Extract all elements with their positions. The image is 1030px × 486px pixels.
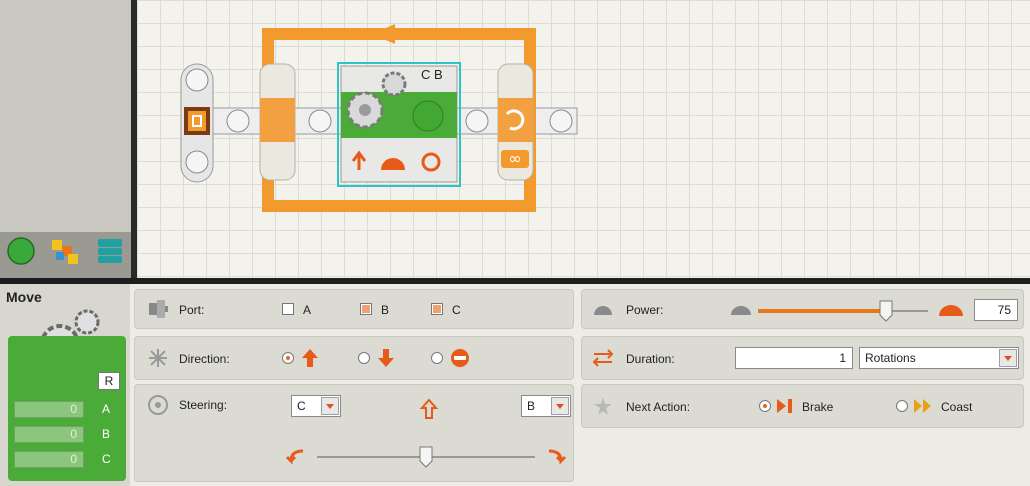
port-a-checkbox[interactable]	[282, 303, 294, 315]
port-b-checkbox[interactable]	[360, 303, 372, 315]
common-palette-icon	[7, 237, 35, 265]
duration-unit-dropdown[interactable]: Rotations	[859, 347, 1019, 369]
next-action-icon	[594, 397, 612, 415]
direction-backward-radio[interactable]	[358, 352, 370, 364]
port-value: 0	[14, 401, 84, 418]
duration-label: Duration:	[626, 352, 675, 366]
high-power-icon	[939, 305, 963, 316]
chevron-down-icon[interactable]	[551, 397, 569, 415]
brake-icon	[777, 399, 792, 413]
port-readout-a: 0 A	[14, 401, 118, 419]
port-setting: Port: A B C	[134, 289, 574, 329]
direction-setting: Direction:	[134, 336, 574, 380]
duration-setting: Duration: 1 Rotations	[581, 336, 1024, 380]
port-letter: A	[102, 402, 111, 416]
chevron-down-icon[interactable]	[321, 397, 339, 415]
steering-right-dropdown[interactable]: B	[521, 395, 571, 417]
port-readout-b: 0 B	[14, 426, 118, 444]
beam-connector	[549, 109, 573, 133]
direction-icon	[149, 349, 167, 367]
direction-forward-radio[interactable]	[282, 352, 294, 364]
common-palette-tab[interactable]	[6, 236, 36, 266]
start-block[interactable]	[180, 63, 214, 183]
brake-label: Brake	[802, 400, 834, 414]
block-info: Move R 0 A 0 B 0 C	[0, 284, 130, 486]
move-block-ports: C B	[421, 67, 443, 82]
power-slider-fill	[758, 309, 886, 313]
complete-palette-tab[interactable]	[50, 236, 80, 266]
steering-left-dropdown[interactable]: C	[291, 395, 341, 417]
coast-radio[interactable]	[896, 400, 908, 412]
custom-palette-tab[interactable]	[95, 236, 125, 266]
port-value: 0	[14, 426, 84, 443]
next-action-setting: Next Action: Brake Coast	[581, 384, 1024, 428]
palette-area	[0, 0, 131, 232]
chevron-down-icon[interactable]	[999, 349, 1017, 367]
port-value: 0	[14, 451, 84, 468]
block-title: Move	[6, 289, 42, 305]
beam-connector	[226, 109, 250, 133]
port-b-label: B	[381, 303, 390, 317]
beam-connector	[465, 109, 489, 133]
port-c-checkbox[interactable]	[431, 303, 443, 315]
turn-left-icon	[285, 449, 304, 465]
stop-icon	[451, 349, 469, 367]
direction-label: Direction:	[179, 352, 230, 366]
infinity-icon: ∞	[508, 149, 521, 168]
duration-icon	[592, 349, 614, 367]
complete-palette-icon	[52, 240, 78, 264]
turn-right-icon	[548, 449, 567, 465]
steering-slider-thumb[interactable]	[419, 446, 433, 468]
port-c-label: C	[452, 303, 461, 317]
port-letter: B	[102, 427, 111, 441]
move-block[interactable]: C B	[337, 62, 461, 187]
port-icon	[149, 300, 168, 318]
forward-arrow-icon	[302, 349, 318, 367]
port-letter: C	[102, 452, 111, 466]
steering-label: Steering:	[179, 398, 228, 412]
duration-input[interactable]: 1	[735, 347, 853, 369]
port-a-label: A	[303, 303, 312, 317]
coast-icon	[914, 399, 931, 413]
steering-setting: Steering: C B	[134, 384, 574, 482]
power-setting: Power: 75	[581, 289, 1024, 329]
custom-palette-icon	[98, 239, 122, 263]
backward-arrow-icon	[378, 349, 394, 367]
beam-connector	[308, 109, 332, 133]
steering-forward-icon	[420, 398, 438, 419]
power-label: Power:	[626, 303, 664, 317]
duration-unit-value: Rotations	[865, 351, 916, 365]
power-slider-thumb[interactable]	[879, 300, 893, 322]
program-canvas[interactable]: ∞ C B	[137, 0, 1030, 278]
steering-icon	[148, 395, 168, 415]
direction-stop-radio[interactable]	[431, 352, 443, 364]
low-power-icon	[731, 306, 751, 315]
palette-sidebar	[0, 0, 131, 278]
steering-right-value: B	[527, 399, 536, 413]
power-icon	[594, 306, 612, 315]
brake-radio[interactable]	[759, 400, 771, 412]
reset-button[interactable]: R	[98, 372, 120, 390]
power-slider[interactable]	[758, 309, 928, 313]
port-readout-c: 0 C	[14, 451, 118, 469]
port-label: Port:	[179, 303, 205, 317]
power-input[interactable]: 75	[974, 299, 1018, 321]
next-action-label: Next Action:	[626, 400, 691, 414]
steering-left-value: C	[297, 399, 306, 413]
coast-label: Coast	[941, 400, 973, 414]
program-diagram: ∞ C B	[180, 24, 578, 212]
